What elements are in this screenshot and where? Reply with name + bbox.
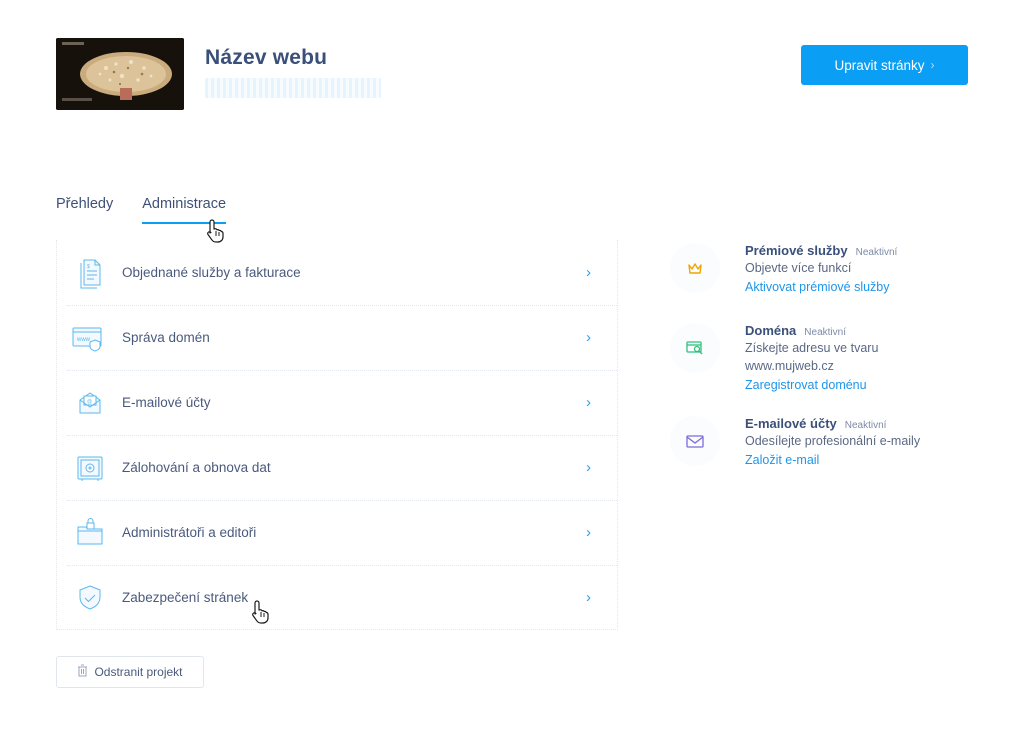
invoice-icon: $: [75, 257, 105, 289]
trash-icon: [77, 664, 88, 680]
admin-list: $ Objednané služby a fakturace › www Spr…: [56, 240, 618, 630]
activate-premium-link[interactable]: Aktivovat prémiové služby: [745, 280, 890, 294]
list-item-label: Zabezpečení stránek: [122, 590, 249, 605]
delete-project-label: Odstranit projekt: [94, 665, 183, 679]
list-item-label: Správa domén: [122, 330, 210, 345]
edit-pages-label: Upravit stránky: [834, 57, 925, 73]
safe-icon: [75, 452, 105, 484]
chevron-right-icon: ›: [586, 329, 591, 346]
crown-icon: [670, 243, 720, 293]
folder-lock-icon: [75, 517, 105, 549]
chevron-right-icon: ›: [586, 589, 591, 606]
service-description: Odesílejte profesionální e-maily: [745, 434, 921, 448]
site-title: Název webu: [205, 46, 328, 69]
service-name: Doména Neaktivní: [745, 323, 846, 338]
tab-bar: Přehledy Administrace: [56, 196, 226, 224]
mail-icon: [670, 416, 720, 466]
chevron-right-icon: ›: [586, 524, 591, 541]
service-description: Objevte více funkcí: [745, 261, 852, 275]
create-email-link[interactable]: Založit e-mail: [745, 453, 819, 467]
svg-text:www: www: [76, 337, 91, 343]
service-description: www.mujweb.cz: [745, 359, 834, 373]
list-item-label: Zálohování a obnova dat: [122, 460, 271, 475]
list-item-email-accounts[interactable]: @ E-mailové účty ›: [57, 370, 617, 435]
service-name: Prémiové služby Neaktivní: [745, 243, 898, 258]
delete-project-button[interactable]: Odstranit projekt: [56, 656, 204, 688]
site-url-placeholder: [205, 78, 381, 98]
tab-overview[interactable]: Přehledy: [56, 196, 113, 224]
chevron-right-icon: ›: [586, 264, 591, 281]
edit-pages-button[interactable]: Upravit stránky ›: [801, 45, 968, 85]
service-description: Získejte adresu ve tvaru: [745, 341, 879, 355]
site-thumbnail[interactable]: [56, 38, 184, 110]
list-item-label: E-mailové účty: [122, 395, 211, 410]
shield-check-icon: [75, 582, 105, 614]
status-badge: Neaktivní: [855, 247, 898, 258]
list-item-billing[interactable]: $ Objednané služby a fakturace ›: [57, 240, 617, 305]
domain-icon: www: [72, 322, 105, 354]
tab-administration[interactable]: Administrace: [142, 196, 226, 224]
project-page: Název webu Upravit stránky › Přehledy Ad…: [0, 0, 1017, 731]
status-badge: Neaktivní: [844, 420, 887, 431]
chevron-right-icon: ›: [586, 394, 591, 411]
svg-text:$: $: [87, 264, 90, 270]
list-item-security[interactable]: Zabezpečení stránek ›: [57, 565, 617, 630]
domain-search-icon: [670, 323, 720, 373]
envelope-icon: @: [75, 387, 105, 419]
list-item-label: Objednané služby a fakturace: [122, 265, 301, 280]
service-name: E-mailové účty Neaktivní: [745, 416, 887, 431]
list-item-backup[interactable]: Zálohování a obnova dat ›: [57, 435, 617, 500]
list-item-admins[interactable]: Administrátoři a editoři ›: [57, 500, 617, 565]
chevron-right-icon: ›: [586, 459, 591, 476]
svg-text:@: @: [87, 399, 92, 405]
status-badge: Neaktivní: [804, 327, 846, 338]
register-domain-link[interactable]: Zaregistrovat doménu: [745, 378, 867, 392]
list-item-domains[interactable]: www Správa domén ›: [57, 305, 617, 370]
chevron-right-icon: ›: [930, 58, 935, 72]
list-item-label: Administrátoři a editoři: [122, 525, 257, 540]
